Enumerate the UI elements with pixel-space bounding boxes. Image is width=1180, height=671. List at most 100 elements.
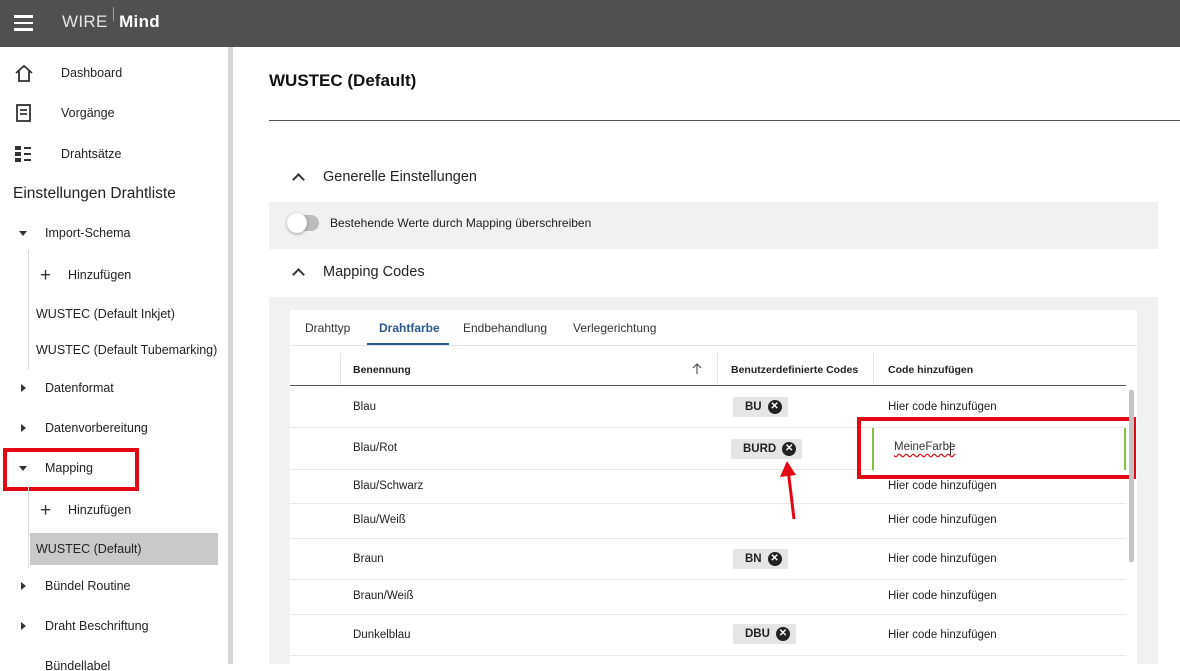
column-header-codes[interactable]: Benutzerdefinierte Codes	[731, 353, 858, 386]
code-chip-label: BN	[745, 553, 762, 565]
overwrite-toggle[interactable]	[287, 213, 319, 233]
tree-datenvorbereitung[interactable]: Datenvorbereitung	[0, 413, 226, 443]
tree-import-add-label: Hinzufügen	[68, 268, 132, 282]
tree-import-add[interactable]: + Hinzufügen	[0, 260, 226, 290]
row-name: Braun	[353, 553, 384, 565]
tree-buendellabel-label: Bündellabel	[45, 659, 111, 671]
close-icon[interactable]: ✕	[767, 552, 782, 566]
page-title: WUSTEC (Default)	[269, 71, 417, 90]
row-name: Dunkelblau	[353, 629, 411, 641]
add-code-placeholder[interactable]: Hier code hinzufügen	[888, 553, 997, 565]
logo-part-1: WIRE	[62, 12, 108, 31]
caret-right-icon	[21, 424, 26, 432]
nav-vorgaenge[interactable]: Vorgänge	[0, 93, 226, 133]
annotation-arrow-icon	[780, 461, 796, 520]
tree-mapping-item-selected[interactable]: WUSTEC (Default)	[36, 534, 142, 564]
table-row: Braun/Weiß Hier code hinzufügen	[290, 580, 1126, 615]
accordion-mapping-label: Mapping Codes	[323, 264, 425, 280]
document-icon	[16, 104, 31, 122]
close-icon[interactable]: ✕	[775, 627, 790, 641]
code-chip-label: BURD	[743, 443, 777, 455]
tab-verlegerichtung[interactable]: Verlegerichtung	[573, 321, 656, 335]
nav-dashboard[interactable]: Dashboard	[0, 53, 226, 93]
row-name: Blau/Weiß	[353, 514, 406, 526]
table-row: Braun BN ✕ Hier code hinzufügen	[290, 539, 1126, 580]
row-name: Braun/Weiß	[353, 590, 414, 602]
chevron-up-icon	[292, 173, 305, 186]
title-divider	[269, 120, 1180, 121]
column-separator	[340, 353, 341, 386]
code-chip: DBU ✕	[733, 624, 796, 644]
tree-mapping-add[interactable]: + Hinzufügen	[0, 495, 226, 525]
menu-icon[interactable]	[14, 15, 33, 31]
nav-drahtsaetze[interactable]: Drahtsätze	[0, 134, 226, 174]
tree-draht-beschriftung[interactable]: Draht Beschriftung	[0, 611, 226, 641]
column-header-benennung-label: Benennung	[353, 363, 411, 376]
row-name: Blau/Rot	[353, 442, 398, 454]
row-name: Blau	[353, 401, 377, 413]
plus-icon: +	[40, 264, 52, 286]
caret-right-icon	[21, 622, 26, 630]
tree-mapping-add-label: Hinzufügen	[68, 503, 132, 517]
code-chip: BU ✕	[733, 397, 788, 417]
table-row: Blau/Schwarz Hier code hinzufügen	[290, 470, 1126, 504]
home-icon	[15, 64, 33, 82]
tab-drahttyp[interactable]: Drahttyp	[305, 321, 350, 335]
accordion-general-settings[interactable]: Generelle Einstellungen	[290, 169, 477, 186]
column-separator	[873, 353, 874, 386]
tree-buendel-routine-label: Bündel Routine	[45, 579, 131, 593]
overwrite-toggle-label: Bestehende Werte durch Mapping überschre…	[330, 216, 592, 230]
chevron-up-icon	[292, 268, 305, 281]
add-code-placeholder[interactable]: Hier code hinzufügen	[888, 629, 997, 641]
top-bar: WIRE Mind	[0, 0, 1180, 47]
caret-right-icon	[21, 384, 26, 392]
mapping-tabs: Drahttyp Drahtfarbe Endbehandlung Verleg…	[290, 310, 1137, 346]
tree-import-item[interactable]: WUSTEC (Default Inkjet)	[36, 299, 175, 329]
table-scrollbar[interactable]	[1129, 390, 1134, 562]
tree-buendellabel[interactable]: Bündellabel	[0, 651, 226, 671]
caret-right-icon	[21, 582, 26, 590]
settings-section-title: Einstellungen Drahtliste	[13, 185, 176, 202]
tree-import-item[interactable]: WUSTEC (Default Tubemarking)	[36, 335, 217, 365]
tree-datenformat-label: Datenformat	[45, 381, 114, 395]
column-header-add[interactable]: Code hinzufügen	[888, 353, 973, 386]
close-icon[interactable]: ✕	[782, 442, 797, 456]
caret-down-icon	[19, 230, 27, 236]
nav-dashboard-label: Dashboard	[61, 66, 123, 80]
table-row: Blau/Weiß Hier code hinzufügen	[290, 504, 1126, 539]
accordion-general-label: Generelle Einstellungen	[323, 169, 477, 185]
list-icon	[15, 146, 31, 162]
add-code-placeholder[interactable]: Hier code hinzufügen	[888, 590, 997, 602]
nav-drahtsaetze-label: Drahtsätze	[61, 147, 122, 161]
add-code-placeholder[interactable]: Hier code hinzufügen	[888, 401, 997, 413]
sidebar-scrollbar[interactable]	[228, 47, 233, 664]
tab-drahtfarbe[interactable]: Drahtfarbe	[379, 321, 440, 335]
arrow-up-icon[interactable]	[692, 363, 702, 375]
tree-datenformat[interactable]: Datenformat	[0, 373, 226, 403]
add-code-placeholder[interactable]: Hier code hinzufügen	[888, 480, 997, 492]
logo-part-2: Mind	[119, 12, 160, 31]
code-chip: BN ✕	[733, 549, 788, 569]
column-separator	[717, 353, 718, 386]
tree-import-schema[interactable]: Import-Schema	[0, 218, 226, 248]
logo-divider	[112, 7, 115, 21]
close-icon[interactable]: ✕	[767, 400, 782, 414]
toggle-knob	[287, 213, 307, 233]
plus-icon: +	[40, 499, 52, 521]
active-tab-indicator	[367, 343, 449, 345]
code-chip-label: BU	[745, 401, 762, 413]
highlight-box-mapping	[3, 448, 139, 491]
add-code-placeholder[interactable]: Hier code hinzufügen	[888, 514, 997, 526]
tree-draht-beschriftung-label: Draht Beschriftung	[45, 619, 149, 633]
tree-buendel-routine[interactable]: Bündel Routine	[0, 571, 226, 601]
code-chip-label: DBU	[745, 628, 770, 640]
table-row: Dunkelblau DBU ✕ Hier code hinzufügen	[290, 615, 1126, 656]
nav-vorgaenge-label: Vorgänge	[61, 106, 115, 120]
tab-endbehandlung[interactable]: Endbehandlung	[463, 321, 547, 335]
app-logo: WIRE Mind	[62, 7, 160, 32]
accordion-mapping-codes[interactable]: Mapping Codes	[290, 264, 425, 281]
tree-import-schema-label: Import-Schema	[45, 226, 131, 240]
row-name: Blau/Schwarz	[353, 480, 424, 492]
column-header-benennung[interactable]: Benennung	[353, 353, 708, 386]
tree-datenvorbereitung-label: Datenvorbereitung	[45, 421, 148, 435]
